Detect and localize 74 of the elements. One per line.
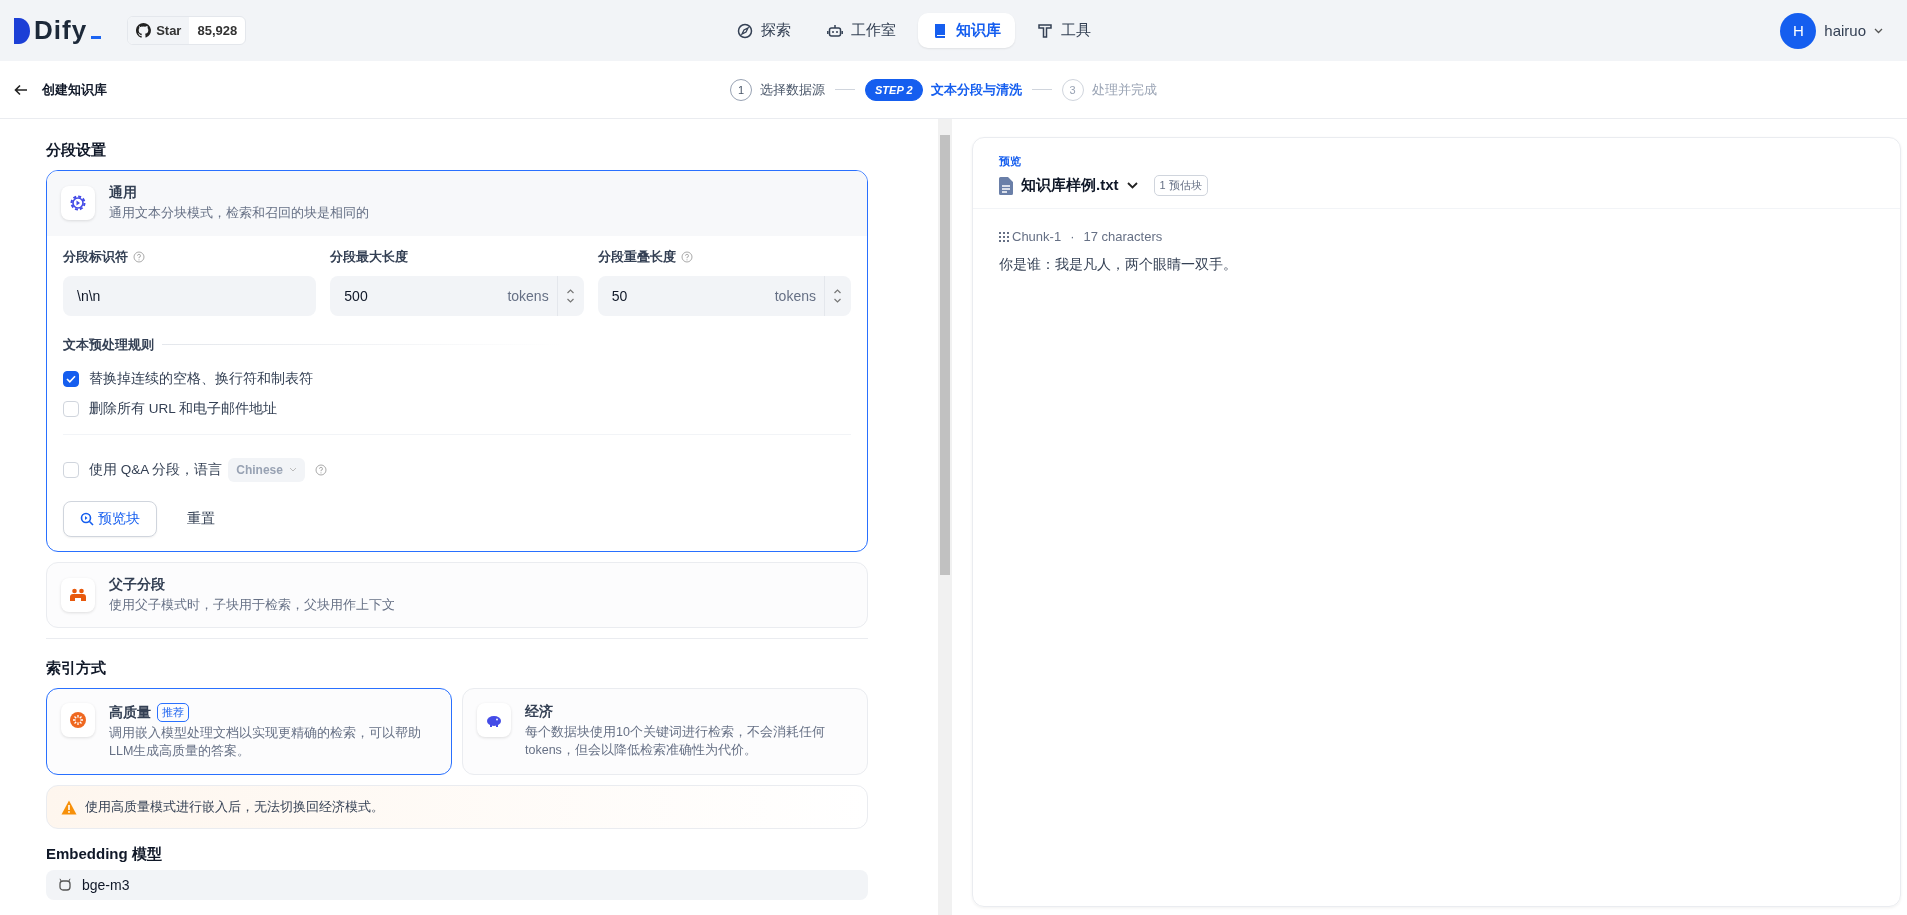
section-title: Embedding 模型 (46, 845, 163, 864)
mode-title: 通用 (109, 184, 138, 202)
option-title: 高质量 (109, 703, 151, 722)
stepper-icon[interactable] (566, 287, 576, 304)
option-description: 调用嵌入模型处理文档以实现更精确的检索，可以帮助LLM生成高质量的答案。 (109, 725, 422, 760)
robot-icon (826, 22, 843, 39)
user-name[interactable]: hairuo (1824, 22, 1866, 39)
model-select[interactable]: bge-m3 (46, 870, 868, 900)
section-title: 索引方式 (46, 659, 107, 678)
reset-button[interactable]: 重置 (177, 501, 225, 536)
step-label: 选择数据源 (760, 80, 825, 99)
file-select[interactable]: 知识库样例.txt (1021, 176, 1119, 195)
nav-tab[interactable]: 工作室 (812, 13, 910, 48)
star-count: 85,928 (196, 22, 239, 40)
logo-text: Dify (34, 15, 88, 46)
document-icon (999, 176, 1013, 195)
chunk-character-count: 17 characters (1083, 229, 1163, 244)
compass-icon (736, 22, 753, 39)
option-description: 每个数据块使用10个关键词进行检索，不会消耗任何tokens，但会以降低检索准确性为代价。 (525, 724, 826, 759)
step-label: 处理并完成 (1091, 80, 1157, 99)
model-icon (58, 878, 72, 892)
grid-icon (999, 231, 1009, 242)
help-icon (133, 250, 145, 263)
nav-tab[interactable]: 探索 (722, 13, 805, 48)
github-icon (136, 23, 152, 38)
step-badge: STEP 2 (865, 78, 923, 101)
checkbox-label: 替换掉连续的空格、换行符和制表符 (89, 369, 313, 388)
input-field[interactable]: 500 tokens (330, 275, 584, 316)
mode-description: 使用父子模式时，子块用于检索，父块用作上下文 (109, 596, 395, 614)
chevron-down-icon (288, 467, 297, 472)
chevron-down-icon[interactable] (1126, 182, 1138, 189)
star-label: Star (156, 23, 182, 38)
help-icon (314, 463, 327, 476)
help-icon (680, 250, 693, 263)
logo-icon (14, 17, 30, 44)
chunk-mode-card[interactable]: 通用 通用文本分块模式，检索和召回的块是相同的 分段标识符 \n\n 分段最大长度 500 tokens 分段重叠长度 50 tokens 文本预处理规则 替换掉连续的空格、换行符和制表符 删除所有 URL 和电子邮件地址 使用 Q&A 分段，语言 Chinese 预览块 重置 (46, 170, 868, 552)
scrollbar[interactable] (938, 119, 952, 915)
chunk-name: Chunk-1 (1012, 229, 1062, 244)
section-title: 分段设置 (46, 141, 107, 160)
warning-icon (61, 799, 77, 815)
chunk-estimate-badge: 1 预估块 (1153, 175, 1208, 196)
field-label: 分段重叠长度 (597, 247, 676, 266)
input-field[interactable]: 50 tokens (597, 275, 851, 316)
mode-description: 通用文本分块模式，检索和召回的块是相同的 (109, 205, 369, 222)
field-label: 分段最大长度 (330, 247, 409, 266)
checkbox-label: 删除所有 URL 和电子邮件地址 (89, 399, 277, 418)
preview-button[interactable]: 预览块 (63, 500, 157, 537)
option-title: 经济 (525, 703, 553, 721)
preview-label: 预览 (999, 154, 1022, 169)
step-label: 文本分段与清洗 (930, 80, 1022, 99)
back-arrow-icon[interactable] (14, 83, 28, 96)
chunk-mode-card[interactable]: 父子分段 使用父子模式时，子块用于检索，父块用作上下文 (46, 561, 868, 628)
separator-dot: · (1070, 229, 1075, 244)
input-field[interactable]: \n\n (63, 275, 317, 316)
page-title: 创建知识库 (42, 80, 107, 99)
index-option-card[interactable]: 高质量 推荐 调用嵌入模型处理文档以实现更精确的检索，可以帮助LLM生成高质量的答案。 (46, 688, 452, 775)
recommended-tag: 推荐 (157, 703, 189, 722)
warning-text: 使用高质量模式进行嵌入后，无法切换回经济模式。 (85, 798, 384, 816)
nav-tab[interactable]: 工具 (1022, 13, 1105, 48)
checkbox-label: 使用 Q&A 分段，语言 (89, 460, 223, 479)
search-icon (80, 511, 94, 526)
mode-title: 父子分段 (109, 575, 166, 594)
checkmark-icon (66, 374, 76, 383)
chevron-down-icon (1874, 27, 1883, 34)
index-option-card[interactable]: 经济 每个数据块使用10个关键词进行检索，不会消耗任何tokens，但会以降低检索准确性为代价。 (462, 688, 868, 775)
github-star-button[interactable]: Star 85,928 (127, 16, 247, 45)
user-avatar[interactable]: H (1780, 12, 1817, 49)
nav-tab[interactable]: 知识库 (917, 13, 1015, 48)
checkbox[interactable] (63, 370, 79, 387)
field-label: 分段标识符 (63, 247, 128, 266)
chunk-text: 你是谁：我是凡人，两个眼睛一双手。 (999, 256, 1238, 274)
rules-title: 文本预处理规则 (63, 335, 154, 354)
stepper-icon[interactable] (833, 287, 843, 304)
hammer-icon (1036, 22, 1053, 39)
